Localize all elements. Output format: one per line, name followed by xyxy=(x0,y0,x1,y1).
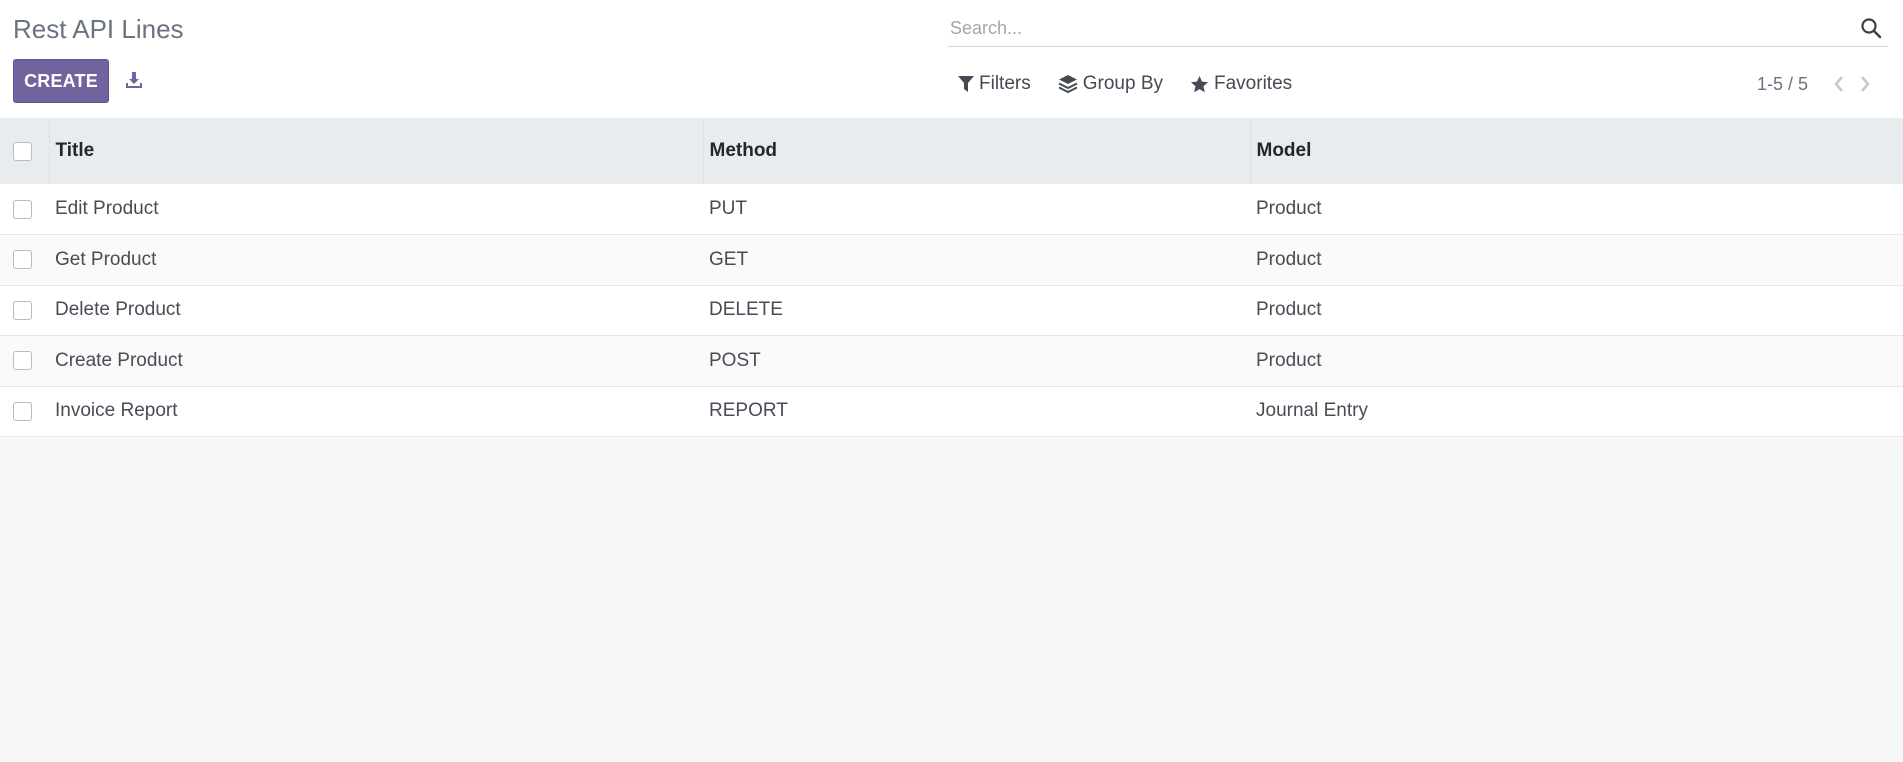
favorites-dropdown[interactable]: Favorites xyxy=(1190,73,1292,95)
star-icon xyxy=(1190,75,1209,92)
row-checkbox[interactable] xyxy=(13,401,32,421)
chevron-right-icon xyxy=(1861,76,1870,92)
table-row[interactable]: Edit Product PUT Product xyxy=(0,184,1903,235)
row-select-cell xyxy=(0,184,49,235)
search-options: Filters Group By Favorites xyxy=(958,70,1319,98)
row-select-cell xyxy=(0,386,49,437)
filter-icon xyxy=(958,76,974,92)
page-title: Rest API Lines xyxy=(13,14,184,44)
cell-method: REPORT xyxy=(709,400,788,422)
table-header-row: Title Method Model xyxy=(0,118,1903,184)
pager-next-button[interactable] xyxy=(1852,71,1878,97)
row-checkbox[interactable] xyxy=(13,351,32,371)
search-icon xyxy=(1861,18,1882,39)
cell-title: Edit Product xyxy=(55,198,159,219)
row-checkbox[interactable] xyxy=(13,300,32,320)
row-checkbox[interactable] xyxy=(13,199,32,219)
table-row[interactable]: Delete Product DELETE Product xyxy=(0,285,1903,336)
select-all-checkbox[interactable] xyxy=(13,141,32,161)
search-button[interactable] xyxy=(1856,13,1886,43)
pager-value[interactable]: 1-5 / 5 xyxy=(1757,74,1808,95)
table-row[interactable]: Invoice Report REPORT Journal Entry xyxy=(0,386,1903,437)
filters-label: Filters xyxy=(979,73,1031,94)
group-by-label: Group By xyxy=(1082,73,1163,94)
cell-model: Product xyxy=(1256,248,1322,270)
pager: 1-5 / 5 xyxy=(1757,70,1878,98)
create-button[interactable]: CREATE xyxy=(13,59,109,103)
select-all-cell xyxy=(0,118,50,184)
group-by-dropdown[interactable]: Group By xyxy=(1058,73,1163,95)
row-select-cell xyxy=(0,285,49,336)
download-icon xyxy=(126,72,142,88)
row-select-cell xyxy=(0,336,49,387)
cell-title: Invoice Report xyxy=(55,400,178,422)
table-row[interactable]: Create Product POST Product xyxy=(0,335,1903,387)
cell-method: GET xyxy=(709,248,749,270)
cell-model: Product xyxy=(1256,349,1322,371)
table-row[interactable]: Get Product GET Product xyxy=(0,234,1903,286)
search-bar xyxy=(948,10,1888,47)
chevron-left-icon xyxy=(1834,76,1843,92)
row-select-cell xyxy=(0,235,49,286)
cell-title: Delete Product xyxy=(55,299,181,321)
layers-icon xyxy=(1058,75,1078,94)
download-button[interactable] xyxy=(120,66,148,94)
column-header-method[interactable]: Method xyxy=(703,118,1251,184)
cell-model: Product xyxy=(1256,299,1322,321)
cell-title: Get Product xyxy=(55,248,157,270)
filters-dropdown[interactable]: Filters xyxy=(958,73,1031,95)
cell-method: PUT xyxy=(709,198,747,219)
pager-previous-button[interactable] xyxy=(1826,71,1852,97)
column-header-model[interactable]: Model xyxy=(1250,118,1903,184)
list-table: Title Method Model Edit Product PUT Prod… xyxy=(0,118,1903,437)
cell-method: DELETE xyxy=(709,299,783,321)
cell-model: Product xyxy=(1256,198,1322,219)
column-header-title[interactable]: Title xyxy=(49,118,704,184)
cell-title: Create Product xyxy=(55,349,183,371)
cell-model: Journal Entry xyxy=(1256,400,1368,422)
search-input[interactable] xyxy=(950,16,1830,40)
cell-method: POST xyxy=(709,349,761,371)
favorites-label: Favorites xyxy=(1214,73,1293,94)
row-checkbox[interactable] xyxy=(13,250,32,270)
control-panel: Rest API Lines CREATE Filters xyxy=(0,0,1903,118)
